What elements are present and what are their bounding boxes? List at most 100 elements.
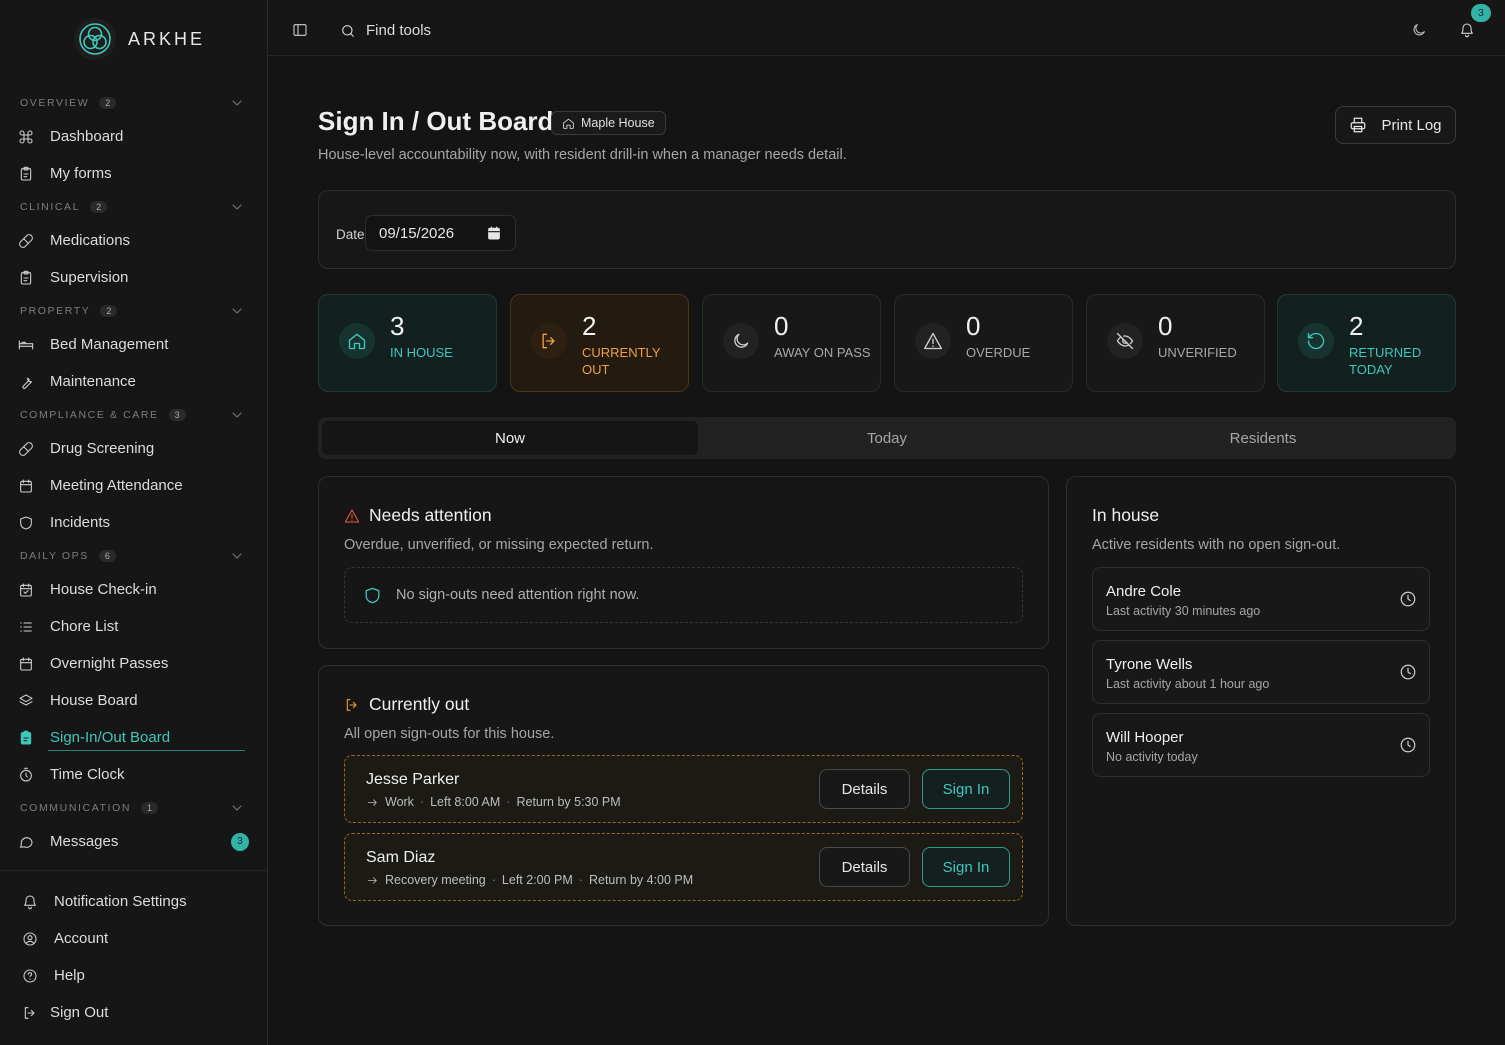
section-count: 3 xyxy=(168,409,186,421)
currently-out-title: Currently out xyxy=(344,694,469,715)
details-button[interactable]: Details xyxy=(819,769,910,809)
calendar-icon xyxy=(20,656,32,671)
sidebar-item-house-board[interactable]: House Board xyxy=(0,682,267,719)
meta-separator: · xyxy=(491,873,496,887)
sidebar-item-medications[interactable]: Medications xyxy=(0,222,267,259)
sidebar-item-overnight-passes[interactable]: Overnight Passes xyxy=(0,645,267,682)
destination: Recovery meeting xyxy=(385,873,486,887)
stat-label: AWAY ON PASS xyxy=(774,345,871,360)
sidebar-toggle-icon[interactable] xyxy=(292,22,308,38)
stat-returned-today[interactable]: 2 RETURNED TODAY xyxy=(1277,294,1456,392)
stat-value: 0 xyxy=(966,311,981,341)
panel-title-text: Needs attention xyxy=(369,505,492,525)
notification-count-badge: 3 xyxy=(1471,4,1491,22)
home-icon xyxy=(563,118,574,129)
sidebar-item-bed-management[interactable]: Bed Management xyxy=(0,326,267,363)
sidebar-item-label: Medications xyxy=(50,232,131,249)
resident-card[interactable]: Will Hooper No activity today xyxy=(1092,713,1430,777)
brand[interactable]: ARKHE xyxy=(74,18,205,60)
arrow-right-icon xyxy=(367,798,377,806)
find-tools-search[interactable]: Find tools xyxy=(340,22,431,39)
resident-card[interactable]: Andre Cole Last activity 30 minutes ago xyxy=(1092,567,1430,631)
section-header-daily-ops[interactable]: DAILY OPS 6 xyxy=(0,541,267,571)
chevron-down-icon xyxy=(232,805,242,811)
stat-label: CURRENTLY OUT xyxy=(582,345,661,377)
section-header-compliance[interactable]: COMPLIANCE & CARE 3 xyxy=(0,400,267,430)
resident-name: Jesse Parker xyxy=(366,771,460,788)
print-log-button[interactable]: Print Log xyxy=(1335,106,1456,144)
printer-icon xyxy=(1351,117,1366,133)
stat-unverified[interactable]: 0 UNVERIFIED xyxy=(1086,294,1265,392)
stat-icon xyxy=(531,323,567,359)
sidebar-item-my-forms[interactable]: My forms xyxy=(0,155,267,192)
sidebar-item-house-check-in[interactable]: House Check-in xyxy=(0,571,267,608)
sign-in-button[interactable]: Sign In xyxy=(922,769,1010,809)
sign-in-button[interactable]: Sign In xyxy=(922,847,1010,887)
resident-card[interactable]: Tyrone Wells Last activity about 1 hour … xyxy=(1092,640,1430,704)
stat-icon xyxy=(1107,323,1143,359)
pill-icon xyxy=(19,441,33,456)
sidebar-item-label: House Board xyxy=(50,692,138,709)
timer-icon xyxy=(20,767,32,782)
section-header-clinical[interactable]: CLINICAL 2 xyxy=(0,192,267,222)
sidebar-item-help[interactable]: Help xyxy=(0,957,267,994)
sidebar-item-sign-out[interactable]: Sign Out xyxy=(0,994,267,1031)
view-tabs: Now Today Residents xyxy=(318,417,1456,459)
resident-activity: Last activity 30 minutes ago xyxy=(1106,604,1261,618)
resident-name: Will Hooper xyxy=(1106,729,1184,746)
section-header-property[interactable]: PROPERTY 2 xyxy=(0,296,267,326)
sidebar-item-label: Sign-In/Out Board xyxy=(50,729,171,746)
section-header-overview[interactable]: OVERVIEW 2 xyxy=(0,88,267,118)
details-button[interactable]: Details xyxy=(819,847,910,887)
calendar-icon[interactable] xyxy=(486,225,502,241)
sidebar-item-chore-list[interactable]: Chore List xyxy=(0,608,267,645)
tab-now[interactable]: Now xyxy=(322,421,698,455)
stat-in-house[interactable]: 3 IN HOUSE xyxy=(318,294,497,392)
meta-separator: · xyxy=(419,795,425,809)
sidebar-item-label: Sign Out xyxy=(50,1004,109,1021)
print-log-label: Print Log xyxy=(1381,116,1442,134)
section-title: DAILY OPS xyxy=(20,550,89,562)
sidebar-item-label: Maintenance xyxy=(50,373,136,390)
stat-away-on-pass[interactable]: 0 AWAY ON PASS xyxy=(702,294,881,392)
sidebar-item-sign-in-out-board[interactable]: Sign-In/Out Board xyxy=(0,719,267,756)
sidebar-item-maintenance[interactable]: Maintenance xyxy=(0,363,267,400)
sidebar-item-label: Incidents xyxy=(50,514,111,531)
stat-icon xyxy=(339,323,375,359)
needs-attention-title: Needs attention xyxy=(344,505,492,526)
left-time: Left 2:00 PM xyxy=(501,873,573,887)
sidebar-item-notification-settings[interactable]: Notification Settings xyxy=(0,883,267,920)
user-circle-icon xyxy=(23,931,37,946)
sign-out-icon xyxy=(24,1006,35,1019)
theme-toggle-moon-icon[interactable] xyxy=(1411,22,1427,38)
sidebar-item-dashboard[interactable]: Dashboard xyxy=(0,118,267,155)
log-out-icon xyxy=(542,333,555,349)
panel-title-text: Currently out xyxy=(369,694,470,714)
sidebar-item-messages[interactable]: Messages 3 xyxy=(0,823,267,860)
tab-today[interactable]: Today xyxy=(699,421,1075,455)
clipboard-icon xyxy=(20,270,32,285)
sidebar-item-account[interactable]: Account xyxy=(0,920,267,957)
tab-residents[interactable]: Residents xyxy=(1075,421,1451,455)
date-input[interactable]: 09/15/2026 xyxy=(365,215,516,251)
sidebar-item-meeting-attendance[interactable]: Meeting Attendance xyxy=(0,467,267,504)
page-title: Sign In / Out Board xyxy=(318,106,554,136)
house-chip: Maple House xyxy=(551,111,666,135)
sidebar-item-incidents[interactable]: Incidents xyxy=(0,504,267,541)
stat-value: 3 xyxy=(390,311,405,341)
stat-icon xyxy=(723,323,759,359)
sidebar-item-supervision[interactable]: Supervision xyxy=(0,259,267,296)
sidebar-item-label: Help xyxy=(54,967,85,984)
help-icon xyxy=(23,968,37,983)
notifications-bell-icon[interactable] xyxy=(1459,22,1475,38)
sidebar-item-time-clock[interactable]: Time Clock xyxy=(0,756,267,793)
sidebar-item-label: My forms xyxy=(50,165,112,182)
stat-currently-out[interactable]: 2 CURRENTLY OUT xyxy=(510,294,689,392)
panel-title-text: In house xyxy=(1092,505,1160,525)
sidebar-item-drug-screening[interactable]: Drug Screening xyxy=(0,430,267,467)
home-icon xyxy=(348,333,366,350)
wrench-icon xyxy=(22,377,32,389)
alert-triangle-icon xyxy=(344,508,360,523)
section-header-communication[interactable]: COMMUNICATION 1 xyxy=(0,793,267,823)
stat-overdue[interactable]: 0 OVERDUE xyxy=(894,294,1073,392)
